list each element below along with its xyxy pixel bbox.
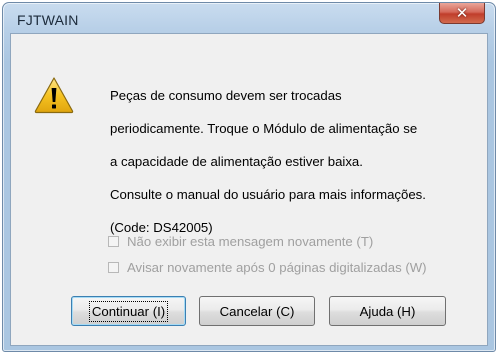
warning-icon xyxy=(34,77,74,114)
cancel-button-label: Cancelar (C) xyxy=(219,303,295,319)
dont-show-again-label: Não exibir esta mensagem novamente (T) xyxy=(127,233,374,249)
continue-button[interactable]: Continuar (I) xyxy=(71,296,186,326)
remind-after-checkbox[interactable] xyxy=(108,261,119,273)
close-icon: ✕ xyxy=(455,4,469,22)
close-button[interactable]: ✕ xyxy=(439,3,485,24)
dont-show-again-option[interactable]: Não exibir esta mensagem novamente (T) xyxy=(108,233,373,249)
remind-after-label: Avisar novamente após 0 páginas digitali… xyxy=(127,259,427,275)
remind-after-option[interactable]: Avisar novamente após 0 páginas digitali… xyxy=(108,259,427,275)
title-bar[interactable]: FJTWAIN ✕ xyxy=(3,3,495,33)
message-line: a capacidade de alimentação estiver baix… xyxy=(110,154,363,170)
message-text: Peças de consumo devem ser trocadas peri… xyxy=(110,72,480,252)
message-line: Consulte o manual do usuário para mais i… xyxy=(110,186,426,202)
message-line: periodicamente. Troque o Módulo de alime… xyxy=(110,121,418,137)
dialog-body: Peças de consumo devem ser trocadas peri… xyxy=(10,33,488,346)
help-button-label: Ajuda (H) xyxy=(359,303,416,319)
help-button[interactable]: Ajuda (H) xyxy=(329,296,446,326)
dialog-window: FJTWAIN ✕ Peças de consumo devem ser tro… xyxy=(2,2,496,352)
message-line: Peças de consumo devem ser trocadas xyxy=(110,88,342,104)
dont-show-again-checkbox[interactable] xyxy=(108,235,119,247)
cancel-button[interactable]: Cancelar (C) xyxy=(199,296,315,326)
window-title: FJTWAIN xyxy=(17,12,79,28)
continue-button-label: Continuar (I) xyxy=(88,300,169,322)
